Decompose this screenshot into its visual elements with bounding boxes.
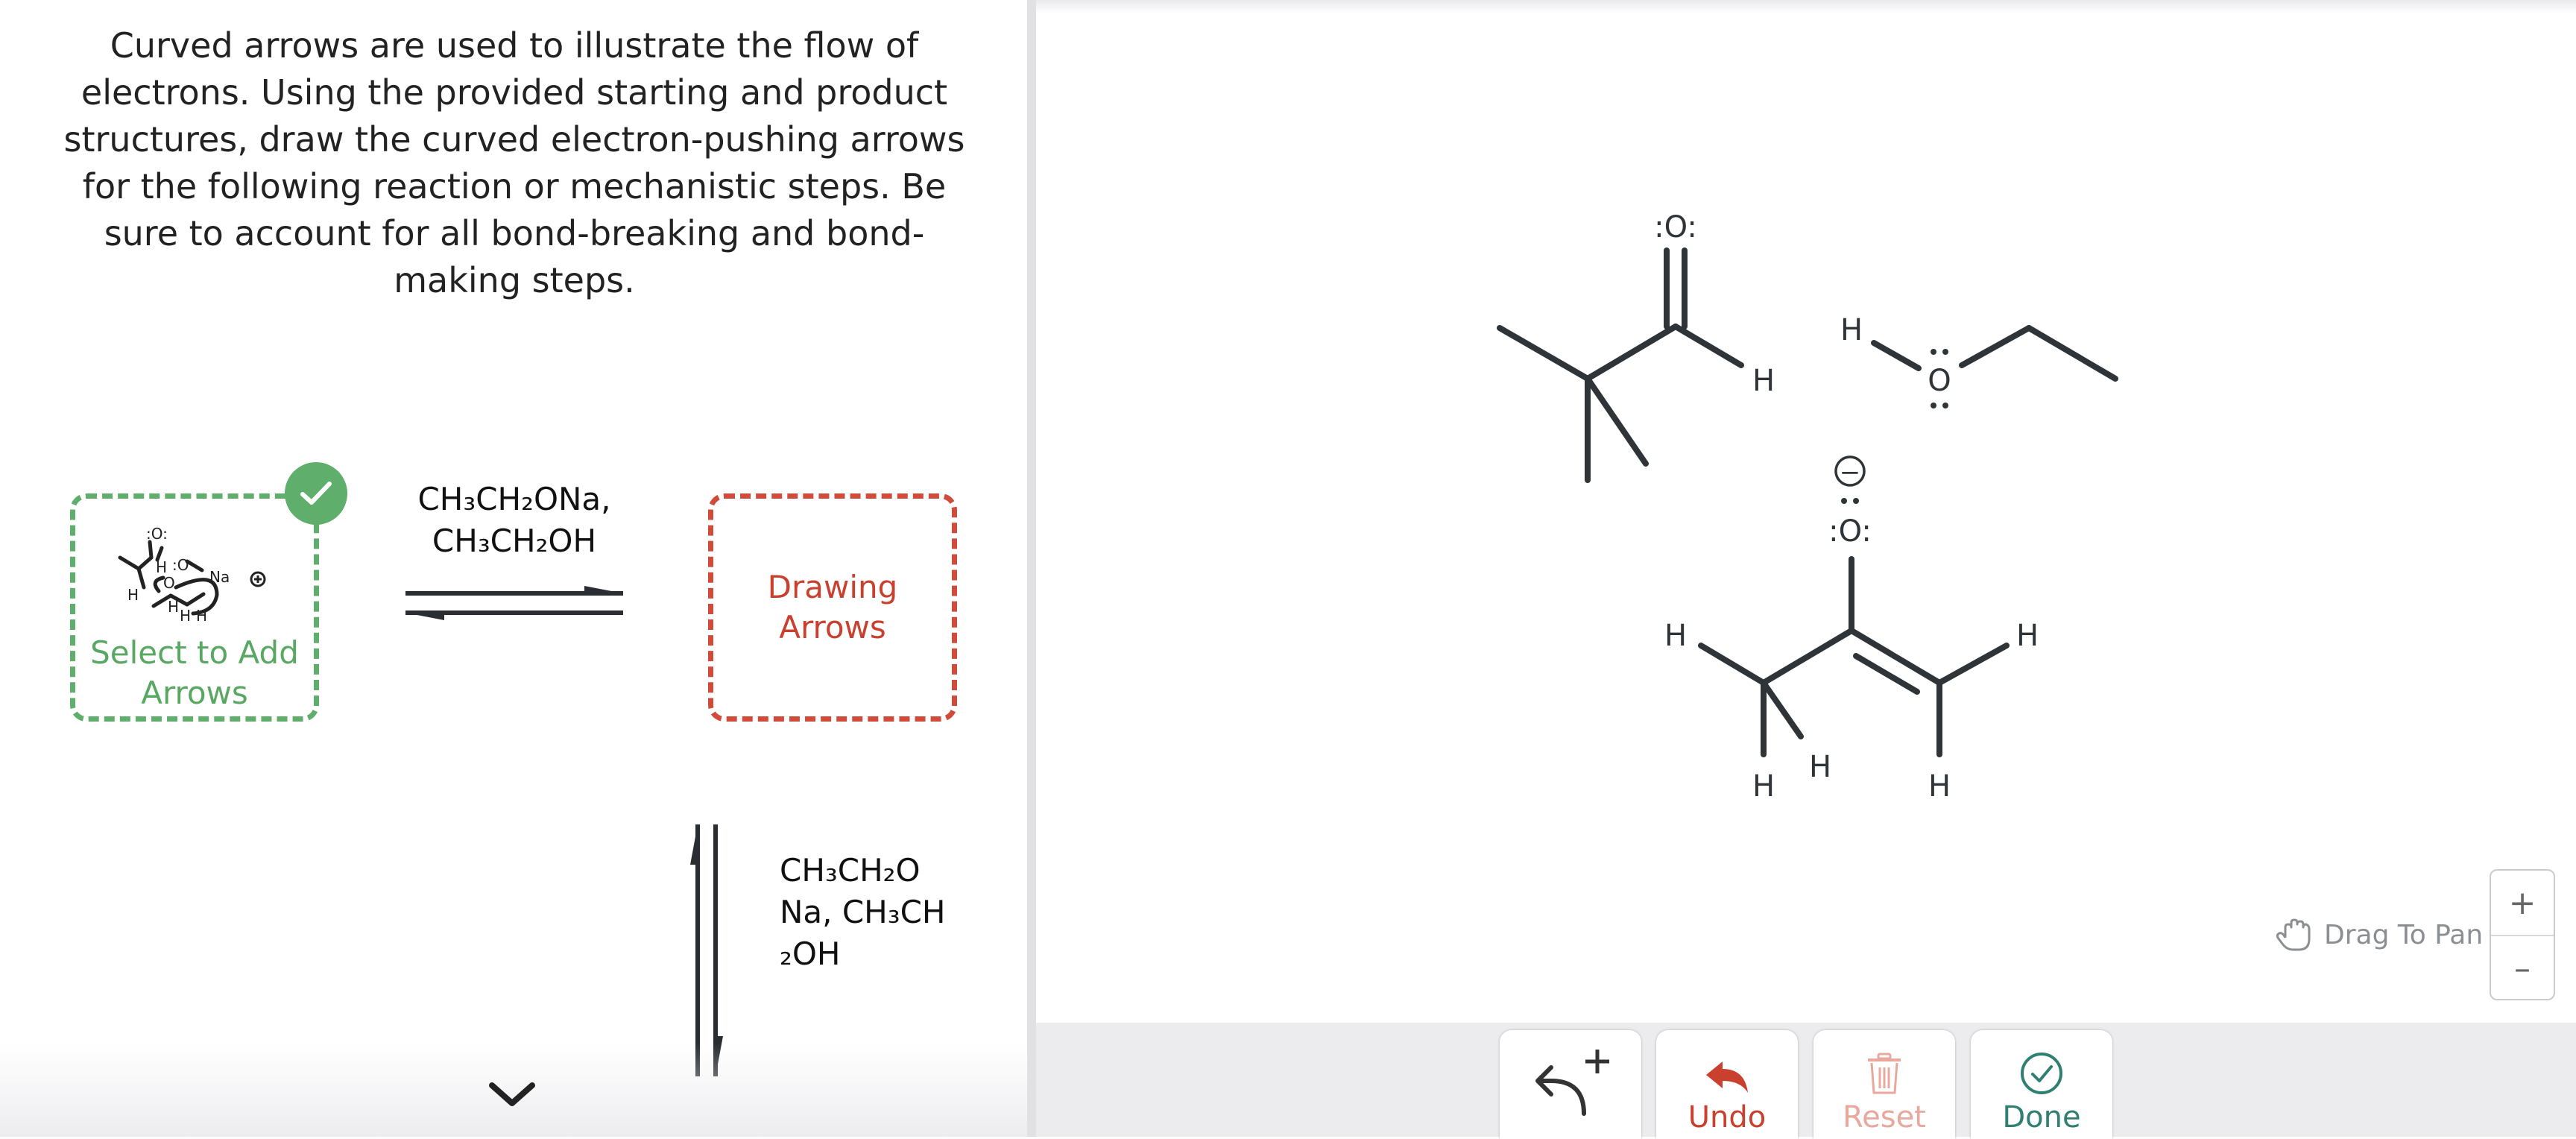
enolate-oxygen[interactable]: :O:	[1828, 514, 1872, 549]
curved-arrow-plus-icon	[1535, 1050, 1609, 1116]
enolate-hydrogen-right[interactable]: H	[2016, 619, 2039, 653]
drag-to-pan-hint: Drag To Pan	[2275, 915, 2483, 954]
reset-label: Reset	[1843, 1100, 1926, 1135]
enolate-hydrogen-left[interactable]: H	[1664, 619, 1687, 653]
ethanol-hydrogen[interactable]: H	[1840, 313, 1863, 347]
ethanol-oxygen[interactable]: O	[1928, 364, 1951, 398]
done-label: Done	[2002, 1100, 2081, 1135]
aldehyde-molecule[interactable]: :O: H	[1497, 210, 1775, 483]
hand-icon	[2276, 918, 2311, 951]
trash-icon	[1868, 1053, 1901, 1094]
reset-button[interactable]: Reset	[1813, 1030, 1955, 1139]
ethanol-molecule[interactable]: H O	[1840, 313, 2118, 408]
zoom-out-button[interactable]: –	[2491, 936, 2554, 1000]
drag-to-pan-label: Drag To Pan	[2324, 919, 2484, 950]
molecule-drawing[interactable]: :O: H H O − :O: H H H H H	[0, 0, 2576, 1023]
done-button[interactable]: Done	[1971, 1030, 2112, 1139]
undo-icon	[1706, 1061, 1748, 1093]
undo-button[interactable]: Undo	[1656, 1030, 1798, 1139]
aldehyde-hydrogen[interactable]: H	[1752, 364, 1775, 398]
undo-label: Undo	[1688, 1100, 1767, 1135]
bottom-toolbar	[1036, 1023, 2576, 1137]
check-circle-icon	[2021, 1053, 2062, 1094]
zoom-controls: + –	[2490, 869, 2555, 1000]
zoom-in-button[interactable]: +	[2491, 871, 2554, 936]
aldehyde-oxygen[interactable]: :O:	[1654, 210, 1697, 244]
add-arrow-button[interactable]	[1500, 1030, 1641, 1139]
enolate-hydrogen-bottom-3[interactable]: H	[1928, 769, 1951, 804]
chevron-down-icon[interactable]	[486, 1079, 538, 1109]
enolate-hydrogen-bottom-2[interactable]: H	[1809, 750, 1831, 784]
enolate-hydrogen-bottom-1[interactable]: H	[1752, 769, 1775, 804]
enolate-negative-charge: −	[1840, 458, 1861, 488]
enolate-molecule[interactable]: − :O: H H H H H	[1664, 455, 2039, 804]
